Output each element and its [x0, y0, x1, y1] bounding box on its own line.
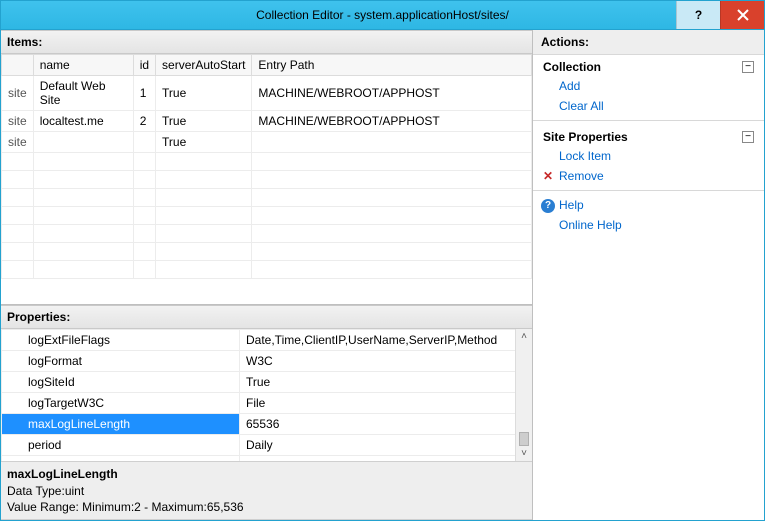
footer-property-name: maxLogLineLength — [7, 466, 526, 482]
remove-icon: ✕ — [541, 169, 555, 183]
property-row-selected[interactable]: maxLogLineLength65536 — [2, 414, 532, 435]
help-icon: ? — [541, 197, 555, 213]
items-col-auto[interactable]: serverAutoStart — [156, 55, 252, 76]
properties-panel: Properties: logExtFileFlagsDate,Time,Cli… — [1, 305, 532, 520]
help-link[interactable]: ? Help — [533, 195, 764, 215]
table-row[interactable]: site Default Web Site 1 True MACHINE/WEB… — [2, 76, 532, 111]
items-col-path[interactable]: Entry Path — [252, 55, 532, 76]
items-col-type[interactable] — [2, 55, 34, 76]
actions-panel: Actions: Collection − Add Clear All Site… — [532, 30, 764, 520]
property-row[interactable]: logSiteIdTrue — [2, 372, 532, 393]
scroll-up-icon[interactable]: ˄ — [521, 329, 527, 344]
items-col-id[interactable]: id — [133, 55, 155, 76]
remove-link[interactable]: ✕ Remove — [533, 166, 764, 186]
property-row[interactable]: truncateSize20971520 — [2, 456, 532, 462]
scroll-down-icon[interactable]: ˅ — [521, 446, 527, 461]
property-row[interactable]: logFormatW3C — [2, 351, 532, 372]
property-row[interactable]: periodDaily — [2, 435, 532, 456]
items-panel: Items: name id serverAutoStart Entry Pat… — [1, 30, 532, 305]
collapse-icon[interactable]: − — [742, 61, 754, 73]
window: Collection Editor - system.applicationHo… — [0, 0, 765, 521]
window-title: Collection Editor - system.applicationHo… — [256, 8, 509, 22]
scroll-thumb[interactable] — [519, 432, 529, 446]
group-site-properties[interactable]: Site Properties − — [533, 125, 764, 146]
footer-data-type: Data Type:uint — [7, 483, 526, 499]
property-row[interactable]: logExtFileFlagsDate,Time,ClientIP,UserNa… — [2, 330, 532, 351]
items-header: Items: — [1, 30, 532, 54]
items-col-name[interactable]: name — [33, 55, 133, 76]
properties-scrollbar[interactable]: ˄ ˅ — [515, 329, 532, 461]
close-button[interactable] — [720, 1, 764, 29]
table-row[interactable]: site localtest.me 2 True MACHINE/WEBROOT… — [2, 111, 532, 132]
close-icon — [737, 9, 749, 21]
help-button[interactable]: ? — [676, 1, 720, 29]
online-help-link[interactable]: Online Help — [533, 215, 764, 235]
clear-all-link[interactable]: Clear All — [533, 96, 764, 116]
titlebar[interactable]: Collection Editor - system.applicationHo… — [1, 1, 764, 29]
properties-header: Properties: — [1, 305, 532, 329]
footer-value-range: Value Range: Minimum:2 - Maximum:65,536 — [7, 499, 526, 515]
lock-item-link[interactable]: Lock Item — [533, 146, 764, 166]
table-row[interactable]: site True — [2, 132, 532, 153]
collapse-icon[interactable]: − — [742, 131, 754, 143]
items-table[interactable]: name id serverAutoStart Entry Path site … — [1, 54, 532, 279]
properties-footer: maxLogLineLength Data Type:uint Value Ra… — [1, 461, 532, 520]
actions-header: Actions: — [533, 30, 764, 55]
property-row[interactable]: logTargetW3CFile — [2, 393, 532, 414]
add-link[interactable]: Add — [533, 76, 764, 96]
properties-table[interactable]: logExtFileFlagsDate,Time,ClientIP,UserNa… — [1, 329, 532, 461]
group-collection[interactable]: Collection − — [533, 55, 764, 76]
